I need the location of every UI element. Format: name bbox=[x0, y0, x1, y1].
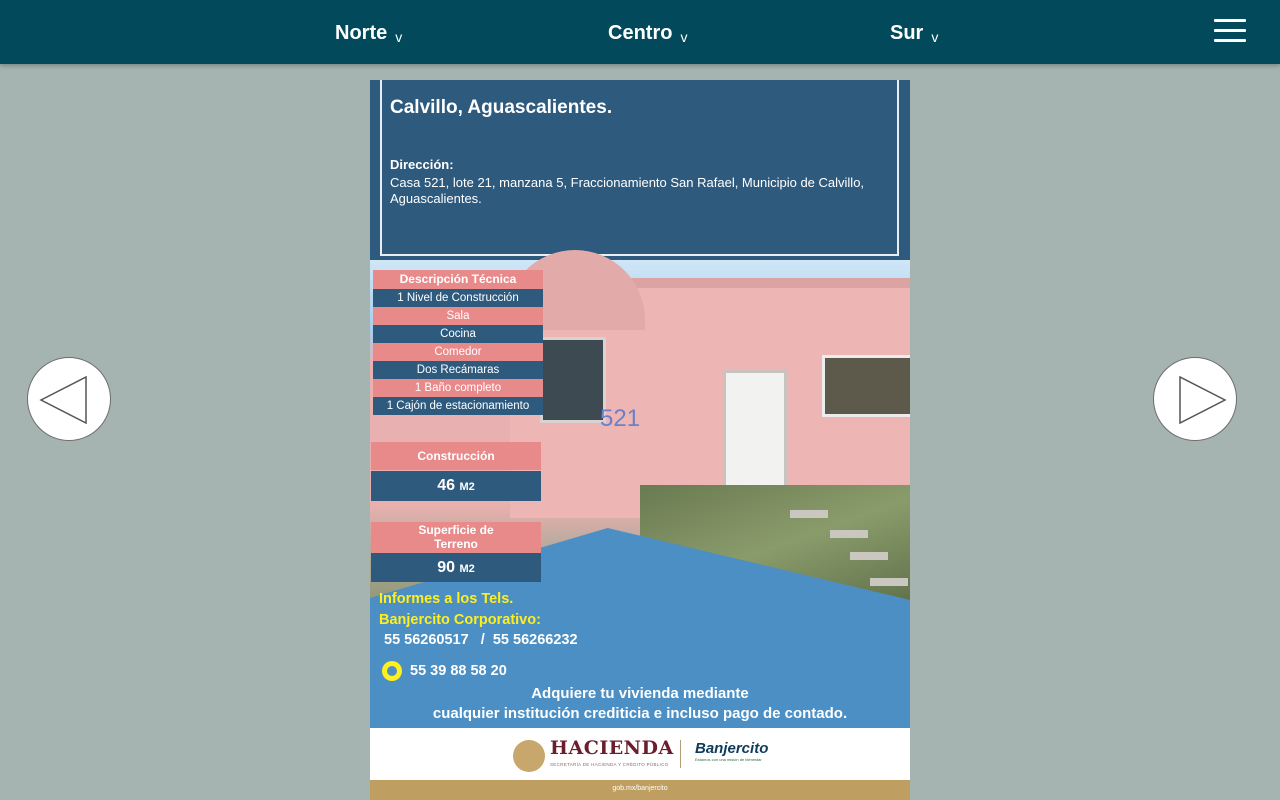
description-item: Comedor bbox=[373, 343, 543, 361]
next-slide-button[interactable] bbox=[1153, 357, 1237, 441]
arrow-left-icon bbox=[39, 375, 87, 425]
nav-sur-label: Sur bbox=[890, 22, 924, 44]
property-title: Calvillo, Aguascalientes. bbox=[390, 97, 613, 118]
hacienda-seal-icon bbox=[513, 740, 545, 772]
social-bar: gob.mx/banjercito bbox=[370, 780, 910, 800]
construction-value: 46 M2 bbox=[371, 471, 541, 501]
description-item: Cocina bbox=[373, 325, 543, 343]
banjercito-corporativo-text: Banjercito Corporativo: bbox=[379, 612, 541, 628]
nav-centro-label: Centro bbox=[608, 22, 673, 44]
whatsapp-icon bbox=[382, 661, 402, 681]
nav-norte-label: Norte bbox=[335, 22, 388, 44]
address-text: Casa 521, lote 21, manzana 5, Fraccionam… bbox=[390, 175, 865, 206]
description-item: 1 Baño completo bbox=[373, 379, 543, 397]
land-area-value: 90 M2 bbox=[371, 553, 541, 582]
house-window bbox=[540, 337, 606, 423]
description-item: 1 Nivel de Construcción bbox=[373, 289, 543, 307]
chevron-down-icon: v bbox=[395, 28, 403, 45]
call-to-action: Adquiere tu vivienda mediante cualquier … bbox=[432, 685, 848, 722]
whatsapp-number: 55 39 88 58 20 bbox=[410, 663, 507, 679]
whatsapp-contact: 55 39 88 58 20 bbox=[382, 661, 507, 681]
nav-centro[interactable]: Centro v bbox=[608, 22, 687, 45]
address-label: Dirección: bbox=[390, 157, 454, 172]
phone-numbers: 55 56260517 / 55 56266232 bbox=[384, 632, 578, 648]
flyer-header: Calvillo, Aguascalientes. Dirección: Cas… bbox=[370, 80, 910, 260]
nav-norte[interactable]: Norte v bbox=[335, 22, 402, 45]
chevron-down-icon: v bbox=[931, 28, 939, 45]
property-flyer-image: Calvillo, Aguascalientes. Dirección: Cas… bbox=[370, 80, 910, 800]
house-door bbox=[723, 370, 787, 494]
land-area-label: Superficie de Terreno bbox=[371, 522, 541, 553]
description-item: 1 Cajón de estacionamiento bbox=[373, 397, 543, 415]
house-number: 521 bbox=[600, 405, 641, 432]
social-link-text: gob.mx/banjercito bbox=[612, 785, 668, 792]
technical-description: Descripción Técnica 1 Nivel de Construcc… bbox=[373, 270, 543, 415]
banjercito-logo: Banjercito Estamos con una misión de bie… bbox=[695, 740, 769, 762]
nav-sur[interactable]: Sur v bbox=[890, 22, 938, 45]
flyer-footer: HACIENDA SECRETARÍA DE HACIENDA Y CRÉDIT… bbox=[370, 728, 910, 780]
chevron-down-icon: v bbox=[680, 28, 688, 45]
house-window bbox=[822, 355, 910, 417]
hacienda-subtitle: SECRETARÍA DE HACIENDA Y CRÉDITO PÚBLICO bbox=[550, 762, 669, 767]
hamburger-icon[interactable] bbox=[1214, 19, 1246, 45]
informes-text: Informes a los Tels. bbox=[379, 591, 514, 607]
construction-label: Construcción bbox=[371, 442, 541, 470]
top-navigation-bar: Norte v Centro v Sur v bbox=[0, 0, 1280, 64]
arrow-right-icon bbox=[1179, 375, 1227, 425]
description-item: Dos Recámaras bbox=[373, 361, 543, 379]
previous-slide-button[interactable] bbox=[27, 357, 111, 441]
description-title: Descripción Técnica bbox=[373, 270, 543, 289]
hacienda-logo-text: HACIENDA bbox=[550, 737, 674, 759]
description-item: Sala bbox=[373, 307, 543, 325]
